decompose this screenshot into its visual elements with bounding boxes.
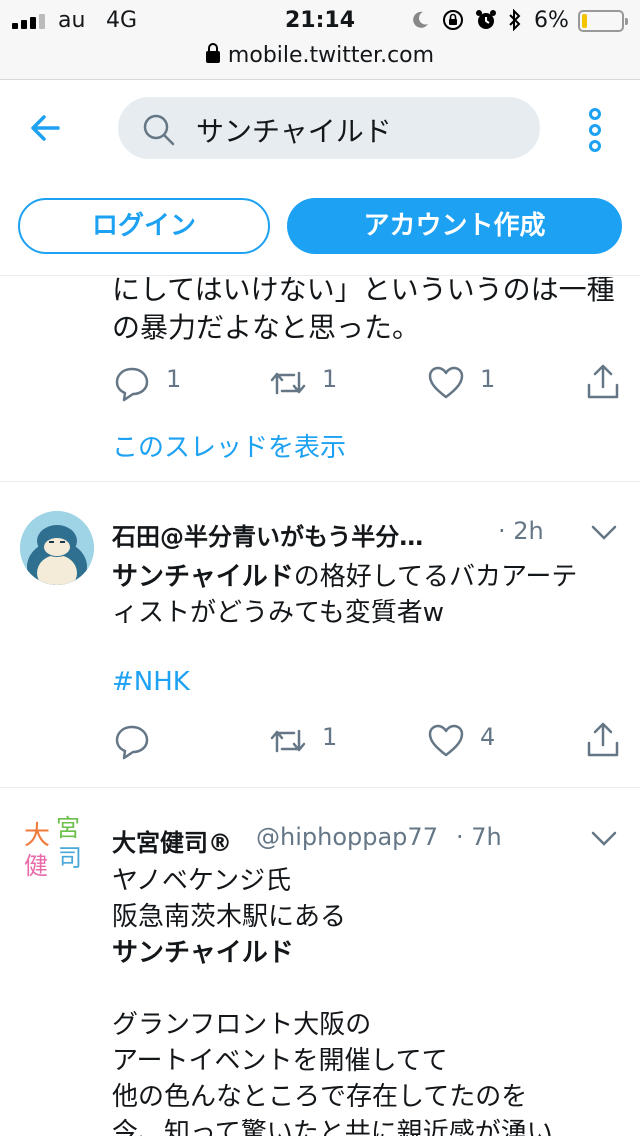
header: サンチャイルド ログイン アカウント作成 bbox=[0, 80, 640, 276]
battery-icon bbox=[578, 10, 628, 32]
tweet-feed[interactable]: にしてはいけない」といういうのは一種 の暴力だよなと思った。 1 1 1 このス… bbox=[0, 277, 640, 1136]
moon-icon bbox=[413, 11, 428, 28]
tweet-text-line: 今、知って驚いたと共に親近感が湧い bbox=[112, 1118, 553, 1136]
display-name[interactable]: 大宮健司® bbox=[112, 823, 232, 858]
tweet-text-line: ィストがどうみても変質者w bbox=[112, 598, 444, 628]
retweet-icon bbox=[270, 729, 306, 753]
like-button[interactable]: 4 bbox=[426, 721, 516, 761]
search-query: サンチャイルド bbox=[196, 115, 392, 148]
search-input[interactable]: サンチャイルド bbox=[118, 97, 540, 159]
avatar[interactable]: 大 宮 健 司 bbox=[20, 815, 94, 889]
tweet-text-line: 阪急南茨木駅にある bbox=[112, 902, 347, 932]
tweet-text-line: にしてはいけない」といういうのは一種 bbox=[112, 277, 615, 306]
tweet-divider bbox=[0, 787, 640, 788]
tweet-text-line: 他の色んなところで存在してたのを bbox=[112, 1082, 528, 1112]
user-handle[interactable]: @hiphoppap77 bbox=[256, 823, 438, 851]
tweet-time[interactable]: · 2h bbox=[498, 517, 544, 545]
avatar-char: 健 bbox=[24, 852, 48, 880]
more-options-icon[interactable] bbox=[582, 106, 608, 154]
avatar-char: 大 bbox=[24, 821, 51, 851]
bluetooth-icon bbox=[509, 8, 521, 32]
back-arrow-icon[interactable] bbox=[26, 108, 66, 148]
reply-icon bbox=[115, 725, 149, 760]
like-count: 4 bbox=[480, 723, 496, 751]
snorlax-avatar-image bbox=[20, 511, 94, 585]
display-name[interactable]: 石田@半分青いがもう半分… bbox=[112, 517, 423, 552]
retweet-button[interactable]: 1 bbox=[268, 721, 358, 761]
share-icon[interactable] bbox=[584, 721, 622, 759]
search-term-highlight: サンチャイルド bbox=[112, 562, 294, 592]
heart-icon bbox=[428, 366, 464, 399]
reply-button[interactable] bbox=[112, 721, 202, 761]
tweet-text-line: アートイベントを開催してて bbox=[112, 1046, 448, 1076]
battery-percent: 6% bbox=[534, 8, 569, 33]
search-term-highlight: サンチャイルド bbox=[112, 938, 294, 968]
tweet-time[interactable]: · 7h bbox=[456, 823, 502, 851]
chevron-down-icon[interactable] bbox=[590, 523, 618, 543]
retweet-count: 1 bbox=[322, 723, 338, 751]
url-text: mobile.twitter.com bbox=[227, 43, 435, 68]
like-button[interactable]: 1 bbox=[426, 363, 516, 403]
lock-icon bbox=[205, 43, 220, 63]
retweet-count: 1 bbox=[322, 365, 338, 393]
retweet-icon bbox=[270, 371, 306, 395]
rotation-lock-icon bbox=[443, 10, 463, 30]
search-icon bbox=[143, 114, 175, 146]
reply-count: 1 bbox=[166, 365, 182, 393]
status-bar: au 4G 21:14 6% bbox=[0, 0, 640, 40]
tweet-text-line: の暴力だよなと思った。 bbox=[112, 311, 421, 344]
avatar[interactable] bbox=[20, 511, 94, 585]
tweet-text: の格好してるバカアーテ bbox=[293, 562, 578, 592]
chevron-down-icon[interactable] bbox=[590, 829, 618, 849]
tweet-text-line: サンチャイルドの格好してるバカアーテ bbox=[112, 559, 577, 595]
tweet-text-line: ヤノベケンジ氏 bbox=[112, 866, 292, 896]
heart-icon bbox=[428, 724, 464, 757]
tweet-divider bbox=[0, 481, 640, 482]
signup-button[interactable]: アカウント作成 bbox=[287, 198, 622, 254]
url-bar[interactable]: mobile.twitter.com bbox=[0, 40, 640, 80]
page: au 4G 21:14 6% mobile.twitter.com サンチャイル… bbox=[0, 0, 640, 1136]
avatar-char: 宮 bbox=[56, 815, 80, 842]
hashtag-link[interactable]: #NHK bbox=[112, 667, 190, 697]
retweet-button[interactable]: 1 bbox=[268, 363, 358, 403]
show-thread-link[interactable]: このスレッドを表示 bbox=[112, 427, 346, 464]
login-button[interactable]: ログイン bbox=[18, 198, 270, 254]
alarm-icon bbox=[476, 10, 496, 29]
reply-button[interactable]: 1 bbox=[112, 363, 202, 403]
reply-icon bbox=[115, 367, 149, 402]
avatar-char: 司 bbox=[58, 844, 82, 872]
share-icon[interactable] bbox=[584, 363, 622, 401]
tweet-text-line: グランフロント大阪の bbox=[112, 1010, 372, 1040]
like-count: 1 bbox=[480, 365, 496, 393]
